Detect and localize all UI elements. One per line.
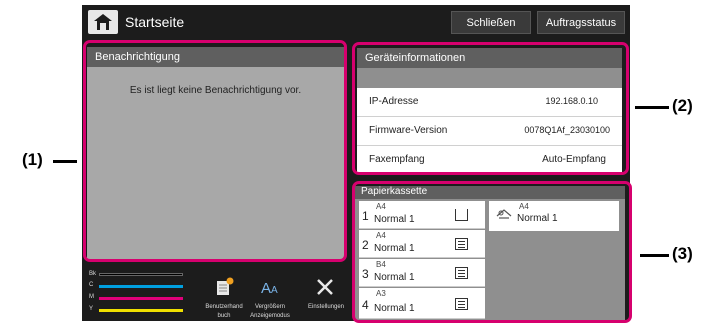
toner-label-y: Y — [89, 306, 94, 312]
toner-label-bk: Bk — [89, 271, 97, 277]
settings-button[interactable]: Einstellungen — [300, 269, 352, 321]
callout-label-1: (1) — [22, 150, 43, 169]
svg-text:A: A — [261, 280, 271, 297]
toner-bar-bk — [99, 273, 183, 276]
highlight-frame-device-info — [352, 42, 629, 175]
callout-label-3: (3) — [672, 244, 693, 263]
callout-line-3 — [640, 254, 669, 257]
toner-levels: Bk C M Y — [89, 271, 185, 317]
home-button[interactable] — [88, 10, 118, 34]
callout-line-1 — [53, 160, 77, 163]
manual-button[interactable]: Benutzerhand buch — [199, 269, 249, 321]
svg-text:A: A — [271, 285, 278, 296]
zoom-label: Vergrößern Anzeigemodus — [245, 303, 295, 321]
zoom-label-line2: Anzeigemodus — [250, 313, 290, 319]
toner-bar-m — [99, 297, 183, 300]
top-bar: Startseite Schließen Auftragsstatus — [82, 5, 630, 39]
zoom-display-button[interactable]: A A Vergrößern Anzeigemodus — [245, 269, 295, 321]
highlight-frame-notification — [83, 40, 347, 262]
highlight-frame-paper-tray — [352, 181, 632, 323]
bottom-bar: Bk C M Y Benutzerhand buch A A Vergrößer… — [87, 267, 355, 321]
manual-label: Benutzerhand buch — [205, 304, 243, 319]
home-icon — [94, 14, 112, 30]
tools-icon — [317, 279, 333, 295]
close-button[interactable]: Schließen — [451, 11, 531, 34]
zoom-label-line1: Vergrößern — [254, 304, 285, 310]
toner-bar-c — [99, 285, 183, 288]
toner-label-m: M — [89, 294, 94, 300]
page-title: Startseite — [125, 14, 185, 30]
job-status-button[interactable]: Auftragsstatus — [537, 11, 625, 34]
settings-label: Einstellungen — [307, 304, 345, 310]
toner-label-c: C — [89, 282, 94, 288]
text-zoom-icon: A A — [261, 280, 278, 297]
callout-line-2 — [635, 106, 669, 109]
manual-book-icon — [217, 277, 234, 295]
toner-bar-y — [99, 309, 183, 312]
callout-label-2: (2) — [672, 96, 693, 115]
